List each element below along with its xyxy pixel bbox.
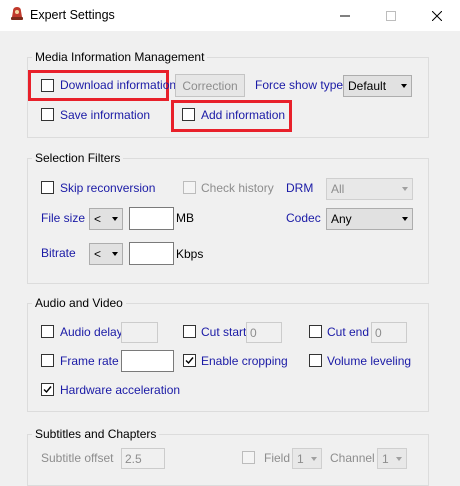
cut-end-label[interactable]: Cut end [327, 325, 369, 339]
bitrate-label: Bitrate [41, 246, 76, 260]
hardware-acceleration-checkbox[interactable] [41, 383, 54, 396]
drm-label: DRM [286, 181, 314, 195]
volume-leveling-checkbox[interactable] [309, 354, 322, 367]
add-information-label[interactable]: Add information [201, 108, 285, 122]
audio-delay-label[interactable]: Audio delay [60, 325, 123, 339]
maximize-button[interactable] [368, 0, 414, 31]
codec-value: Any [331, 212, 352, 226]
skip-reconversion-label[interactable]: Skip reconversion [60, 181, 155, 195]
chevron-down-icon [112, 217, 118, 221]
field-select[interactable]: 1 [292, 448, 322, 469]
field-checkbox[interactable] [242, 451, 255, 464]
subtitle-offset-input[interactable]: 2.5 [121, 448, 165, 469]
channel-value: 1 [382, 452, 389, 466]
selection-filters-group-label: Selection Filters [32, 151, 124, 165]
close-button[interactable] [414, 0, 460, 31]
force-show-type-select[interactable]: Default [343, 75, 412, 97]
file-size-label: File size [41, 211, 86, 225]
hardware-acceleration-label[interactable]: Hardware acceleration [60, 383, 180, 397]
chevron-down-icon [402, 217, 408, 221]
drm-select[interactable]: All [326, 178, 413, 200]
kbps-unit-label: Kbps [176, 247, 204, 261]
bitrate-operator-select[interactable]: < [89, 243, 123, 265]
window-title: Expert Settings [30, 8, 115, 22]
audio-video-group-label: Audio and Video [32, 296, 126, 310]
field-value: 1 [297, 452, 304, 466]
app-icon [9, 6, 25, 22]
checkmark-icon [43, 386, 52, 394]
mb-unit-label: MB [176, 211, 194, 225]
cut-start-input[interactable]: 0 [246, 322, 282, 343]
codec-select[interactable]: Any [326, 208, 413, 230]
file-size-operator-value: < [94, 212, 102, 226]
frame-rate-label[interactable]: Frame rate [60, 354, 119, 368]
chevron-down-icon [402, 187, 408, 191]
save-information-label[interactable]: Save information [60, 108, 150, 122]
title-bar: Expert Settings [0, 0, 460, 31]
file-size-input[interactable] [129, 207, 174, 230]
subtitles-group-label: Subtitles and Chapters [32, 427, 160, 441]
cut-end-checkbox[interactable] [309, 325, 322, 338]
bitrate-input[interactable] [129, 242, 174, 265]
channel-select[interactable]: 1 [377, 448, 407, 469]
chevron-down-icon [112, 252, 118, 256]
cut-start-label[interactable]: Cut start [201, 325, 246, 339]
correction-button[interactable]: Correction [175, 74, 245, 97]
frame-rate-input[interactable] [121, 350, 174, 372]
drm-value: All [331, 182, 345, 196]
save-information-checkbox[interactable] [41, 108, 54, 121]
codec-label: Codec [286, 211, 321, 225]
chevron-down-icon [396, 457, 402, 461]
enable-cropping-label[interactable]: Enable cropping [201, 354, 288, 368]
cut-start-value: 0 [250, 326, 257, 340]
bitrate-operator-value: < [94, 247, 102, 261]
check-history-checkbox[interactable] [183, 181, 196, 194]
chevron-down-icon [401, 84, 407, 88]
file-size-operator-select[interactable]: < [89, 208, 123, 230]
cut-end-input[interactable]: 0 [371, 322, 407, 343]
download-information-label[interactable]: Download information [60, 78, 176, 92]
force-show-type-value: Default [348, 79, 387, 93]
frame-rate-checkbox[interactable] [41, 354, 54, 367]
channel-label: Channel [330, 451, 375, 465]
media-info-group-label: Media Information Management [32, 50, 208, 64]
enable-cropping-checkbox[interactable] [183, 354, 196, 367]
checkmark-icon [185, 357, 194, 365]
field-label: Field [264, 451, 291, 465]
force-show-type-label: Force show type [255, 78, 344, 92]
check-history-label: Check history [201, 181, 274, 195]
minimize-button[interactable] [322, 0, 368, 31]
cut-end-value: 0 [375, 326, 382, 340]
subtitle-offset-value: 2.5 [125, 452, 142, 466]
audio-delay-checkbox[interactable] [41, 325, 54, 338]
cut-start-checkbox[interactable] [183, 325, 196, 338]
chevron-down-icon [311, 457, 317, 461]
download-information-checkbox[interactable] [41, 79, 54, 92]
audio-delay-input[interactable] [121, 322, 158, 343]
volume-leveling-label[interactable]: Volume leveling [327, 354, 411, 368]
skip-reconversion-checkbox[interactable] [41, 181, 54, 194]
add-information-checkbox[interactable] [182, 108, 195, 121]
subtitle-offset-label: Subtitle offset [41, 451, 114, 465]
